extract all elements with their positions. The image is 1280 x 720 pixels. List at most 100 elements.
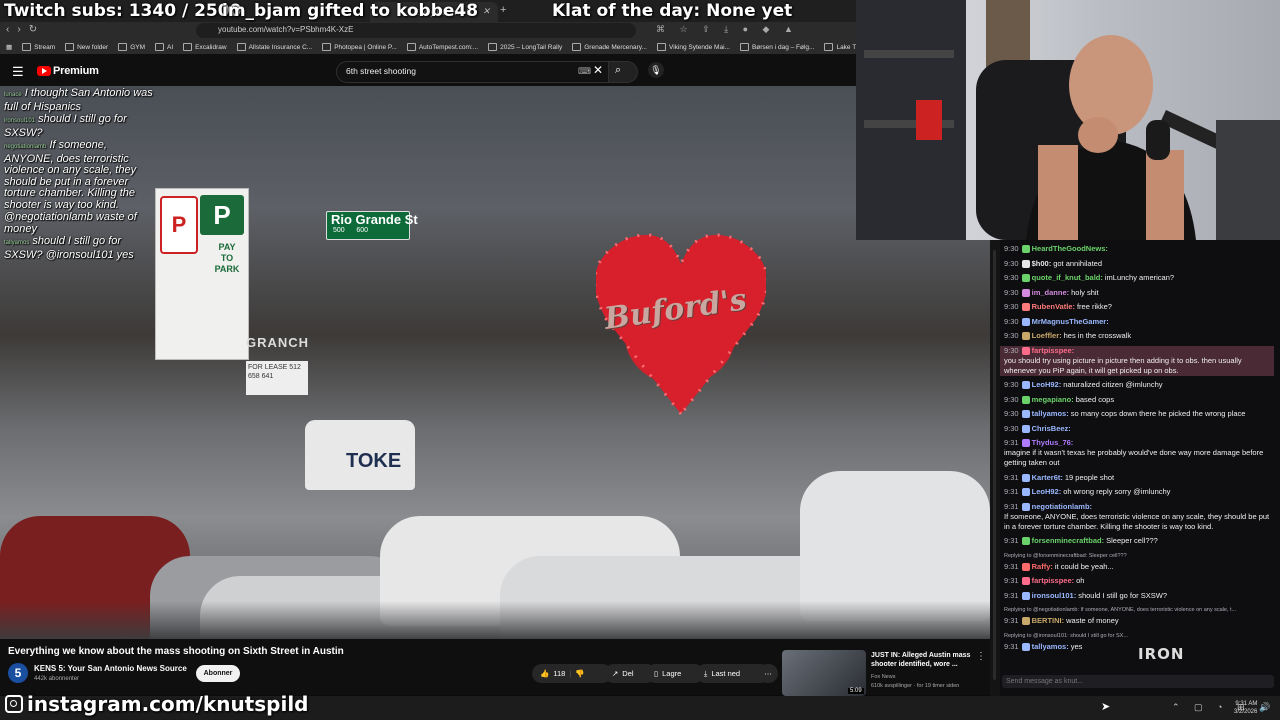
chat-input[interactable]: Send message as knut... <box>1002 675 1274 688</box>
overlay-chat-message: negotiationlamb If someone, ANYONE, does… <box>4 139 154 211</box>
badge-icon <box>1021 642 1030 651</box>
chat-username[interactable]: negotiationlamb: <box>1032 502 1092 512</box>
bookmark-item[interactable]: AutoTempest.com:... <box>406 43 478 51</box>
chat-username[interactable]: ironsoul101: <box>1032 591 1077 601</box>
chat-message[interactable]: 9:31 BERTINI: waste of money <box>1004 616 1274 626</box>
recommended-title[interactable]: JUST IN: Alleged Austin mass shooter ide… <box>871 651 975 669</box>
chat-username[interactable]: Thydus_76: <box>1032 438 1074 448</box>
channel-avatar[interactable]: 5 <box>8 663 28 683</box>
url-text[interactable]: youtube.com/watch?v=PSbhm4K-XzE <box>218 25 353 34</box>
chat-message[interactable]: 9:30 HeardTheGoodNews: <box>1004 244 1274 254</box>
chat-message[interactable]: 9:30 LeoH92: naturalized citizen @imlunchy <box>1004 380 1274 390</box>
back-icon[interactable]: ‹ <box>6 24 17 35</box>
bookmark-item[interactable]: Photopea | Online P... <box>322 43 397 51</box>
badge-icon <box>1021 537 1030 545</box>
bookmark-item[interactable]: New folder <box>65 43 108 51</box>
chat-username[interactable]: Loeffler: <box>1032 331 1062 341</box>
apps-icon[interactable]: ▦ <box>6 43 12 51</box>
nav-buttons[interactable]: ‹›↻ <box>6 24 45 35</box>
chat-message[interactable]: 9:31 LeoH92: oh wrong reply sorry @imlunch… <box>1004 487 1274 497</box>
chat-message[interactable]: 9:31 Karter6t: 19 people shot <box>1004 473 1274 483</box>
chat-username[interactable]: tallyamos: <box>1032 409 1069 419</box>
twitch-chat-messages: 9:30 HeardTheGoodNews: 9:30 $h00: got annihi… <box>1000 244 1274 656</box>
chat-message[interactable]: 9:30 fartpisspee: you should try using pic… <box>1000 345 1274 376</box>
clear-search-icon[interactable]: ✕ <box>593 63 603 77</box>
folder-icon <box>155 43 164 51</box>
bookmark-item[interactable]: Børsen i dag – Følg... <box>739 43 814 51</box>
bookmark-item[interactable]: 2025 – LongTail Rally <box>488 43 562 51</box>
chat-username[interactable]: RubenVatle: <box>1032 302 1075 312</box>
folder-icon <box>65 43 75 51</box>
street-sign-number: 500 600 <box>333 227 369 234</box>
chat-message[interactable]: 9:30 RubenVatle: free rikke? <box>1004 302 1274 312</box>
chat-username[interactable]: quote_if_knut_bald: <box>1032 273 1103 283</box>
download-icon: ⤓ <box>704 669 708 678</box>
chat-message[interactable]: 9:30 ChrisBeez: <box>1004 424 1274 434</box>
chat-username[interactable]: Raffy: <box>1032 562 1053 572</box>
chat-username[interactable]: LeoH92: <box>1032 380 1062 390</box>
chat-message[interactable]: 9:30 megapiano: based cops <box>1004 395 1274 405</box>
chat-username[interactable]: HeardTheGoodNews: <box>1032 244 1108 254</box>
chat-text: yes <box>1070 641 1083 651</box>
new-tab-icon[interactable]: + <box>500 4 506 16</box>
chat-username[interactable]: LeoH92: <box>1032 487 1062 497</box>
bookmark-item[interactable]: Grenade Mercenary... <box>572 43 647 51</box>
chat-username[interactable]: im_danne: <box>1032 288 1070 298</box>
chat-username[interactable]: ChrisBeez: <box>1032 424 1071 434</box>
microphone-icon[interactable]: 🎙 <box>648 62 664 78</box>
forward-icon[interactable]: › <box>17 24 28 35</box>
chat-text: naturalized citizen @imlunchy <box>1063 380 1163 389</box>
search-icon[interactable]: ⌕ <box>615 64 621 77</box>
subscribe-button[interactable]: Abonner <box>196 665 240 682</box>
scrollbar[interactable] <box>993 250 996 680</box>
chat-username[interactable]: fartpisspee: <box>1032 576 1075 586</box>
chat-message[interactable]: 9:30 quote_if_knut_bald: imLunchy american… <box>1004 273 1274 283</box>
chat-message[interactable]: 9:31 forsenminecraftbad: Sleeper cell??? <box>1004 536 1274 546</box>
tab-close-icon[interactable]: ✕ <box>482 6 490 17</box>
folder-icon <box>22 43 32 51</box>
bookmark-item[interactable]: Allstate Insurance C... <box>236 43 312 51</box>
extension-icons[interactable]: ⌘ ☆ ⇪ ⤓ ● ◆ ▲ <box>656 24 799 35</box>
chat-message[interactable]: 9:31 negotiationlamb: If someone, ANYONE, … <box>1004 502 1274 532</box>
more-actions-button[interactable]: ⋯ <box>758 664 778 683</box>
recommended-channel[interactable]: Fox News <box>871 674 895 680</box>
chat-message[interactable]: 9:30 Loeffler: hes in the crosswalk <box>1004 331 1274 341</box>
search-value[interactable]: 6th street shooting <box>346 66 416 76</box>
bookmark-item[interactable]: Viking Sytende Mai... <box>657 43 730 51</box>
chat-message[interactable]: 9:30 $h00: got annihilated <box>1004 259 1274 269</box>
chat-username[interactable]: fartpisspee: <box>1032 346 1075 356</box>
reload-icon[interactable]: ↻ <box>29 24 45 35</box>
taskbar-clock[interactable]: 9:31 AM 3/2/2026 <box>1234 700 1257 716</box>
youtube-logo-icon[interactable] <box>37 66 51 76</box>
chat-username[interactable]: $h00: <box>1032 259 1052 269</box>
recommended-more-icon[interactable]: ⋮ <box>976 651 986 662</box>
chat-message[interactable]: 9:31 Thydus_76: imagine if it wasn't texas… <box>1004 438 1274 468</box>
channel-name[interactable]: KENS 5: Your San Antonio News Source <box>34 664 187 673</box>
like-button[interactable]: 👍 118 | 👎 <box>532 664 612 683</box>
chat-username[interactable]: forsenminecraftbad: <box>1032 536 1105 546</box>
thumbs-down-icon[interactable]: 👎 <box>575 664 584 683</box>
chat-username[interactable]: megapiano: <box>1032 395 1074 405</box>
search-button[interactable] <box>608 61 638 83</box>
chat-message[interactable]: 9:31 Raffy: it could be yeah... <box>1004 562 1274 572</box>
bookmark-item[interactable]: Stream <box>22 43 55 51</box>
bookmark-item[interactable]: AI <box>155 43 173 51</box>
bookmark-item[interactable]: GYM <box>118 43 145 51</box>
chat-message[interactable]: 9:30 im_danne: holy shit <box>1004 288 1274 298</box>
bookmark-item[interactable]: Lake Travis Pontoon... <box>824 43 856 51</box>
chat-username[interactable]: MrMagnusTheGamer: <box>1032 317 1109 327</box>
chat-message[interactable]: 9:31 ironsoul101: should I still go for SX… <box>1004 591 1274 601</box>
chat-message[interactable]: 9:31 fartpisspee: oh <box>1004 576 1274 586</box>
system-tray-icons[interactable]: ⌃ ▢ ◔ ⊞ 🔊 <box>1172 702 1276 713</box>
chat-username[interactable]: Karter6t: <box>1032 473 1063 483</box>
chat-reply-context: Replying to @ironsoul101: should I still… <box>1004 632 1128 639</box>
keyboard-icon[interactable]: ⌨ <box>578 66 591 77</box>
chat-message[interactable]: 9:30 MrMagnusTheGamer: <box>1004 317 1274 327</box>
bookmark-item[interactable]: Excalidraw <box>183 43 227 51</box>
chat-username[interactable]: BERTINI: <box>1032 616 1065 626</box>
chat-message[interactable]: 9:30 tallyamos: so many cops down there he… <box>1004 409 1274 419</box>
youtube-premium-label[interactable]: Premium <box>53 65 99 77</box>
share-label: Del <box>622 669 634 678</box>
menu-icon[interactable]: ☰ <box>12 64 24 80</box>
chat-username[interactable]: tallyamos: <box>1032 642 1069 652</box>
